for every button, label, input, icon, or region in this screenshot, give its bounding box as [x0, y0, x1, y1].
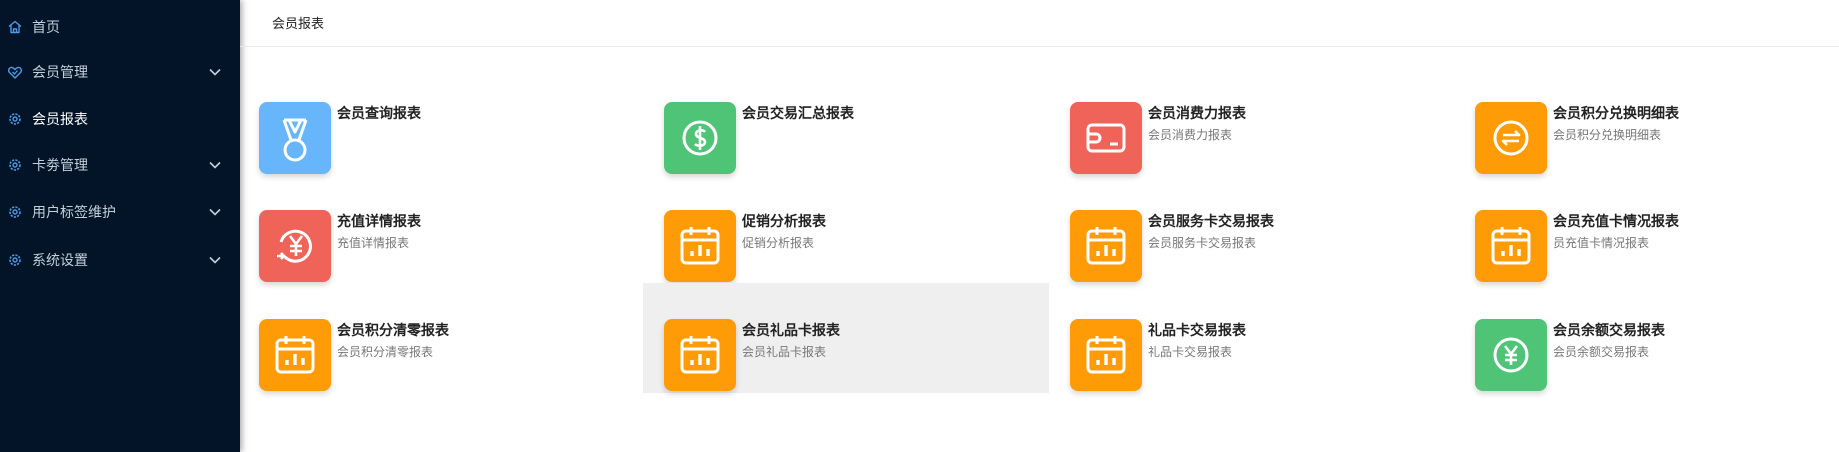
report-icon-tile[interactable] [1475, 319, 1547, 391]
chevron-down-icon[interactable] [208, 65, 222, 79]
report-card[interactable]: 充值详情报表 充值详情报表 [238, 210, 644, 320]
sidebar-item-member-reports[interactable]: 会员报表 [0, 97, 240, 141]
calendar-chart-icon [1491, 227, 1531, 265]
sidebar-item-label: 用户标签维护 [32, 205, 116, 221]
sidebar-item-label: 会员管理 [32, 65, 88, 81]
sidebar-item-label: 会员报表 [32, 112, 88, 128]
chevron-down-icon[interactable] [208, 205, 222, 219]
report-subtitle: 会员余额交易报表 [1553, 345, 1650, 359]
report-title[interactable]: 会员积分兑换明细表 [1553, 103, 1679, 123]
sidebar-item-coupon-management[interactable]: 卡劵管理 [0, 143, 240, 187]
report-title[interactable]: 会员积分清零报表 [337, 320, 449, 340]
medal-icon [282, 118, 308, 162]
report-subtitle: 会员礼品卡报表 [742, 345, 827, 359]
sidebar-item-system-settings[interactable]: 系统设置 [0, 238, 240, 282]
report-icon-tile[interactable] [259, 319, 331, 391]
sidebar: 首页 会员管理 会员报表 卡劵管理 用户标签维护 系统设置 [0, 0, 240, 452]
report-icon-tile[interactable] [259, 102, 331, 174]
top-tab-bar: 会员报表 [240, 0, 1839, 47]
calendar-chart-icon [1086, 227, 1126, 265]
sidebar-item-home[interactable]: 首页 [0, 5, 240, 49]
report-title[interactable]: 会员充值卡情况报表 [1553, 211, 1679, 231]
report-subtitle: 会员服务卡交易报表 [1148, 236, 1257, 250]
report-icon-tile[interactable] [664, 210, 736, 282]
report-subtitle: 礼品卡交易报表 [1148, 345, 1233, 359]
report-card[interactable]: 会员充值卡情况报表员充值卡情况报表 [1454, 210, 1839, 320]
report-title[interactable]: 会员查询报表 [337, 103, 421, 123]
report-title[interactable]: 促销分析报表 [742, 211, 826, 231]
calendar-chart-icon [1086, 336, 1126, 374]
gear-icon [9, 206, 21, 218]
exchange-icon [1493, 120, 1529, 156]
report-title[interactable]: 会员交易汇总报表 [742, 103, 854, 123]
report-title[interactable]: 会员余额交易报表 [1553, 320, 1665, 340]
gear-icon [9, 254, 21, 266]
yuan-refresh-icon [277, 229, 312, 263]
report-icon-tile[interactable] [1070, 319, 1142, 391]
sidebar-item-label: 首页 [32, 20, 60, 36]
chevron-down-icon[interactable] [208, 253, 222, 267]
report-icon-tile[interactable] [1475, 210, 1547, 282]
home-icon [8, 20, 22, 34]
gear-icon [9, 113, 21, 125]
heart-shield-icon [7, 66, 23, 79]
report-card[interactable]: 会员余额交易报表 会员余额交易报表 [1454, 319, 1839, 429]
report-subtitle: 会员积分清零报表 [337, 345, 434, 359]
sidebar-item-label: 卡劵管理 [32, 158, 88, 174]
report-card[interactable]: 会员积分清零报表 会员积分清零报表 [238, 319, 644, 429]
report-icon-tile[interactable] [259, 210, 331, 282]
report-icon-tile[interactable] [664, 102, 736, 174]
report-card[interactable]: 会员消费力报表 会员消费力报表 [1049, 102, 1455, 212]
calendar-chart-icon [275, 336, 315, 374]
report-title[interactable]: 礼品卡交易报表 [1148, 320, 1246, 340]
report-card[interactable]: 会员礼品卡报表 会员礼品卡报表 [643, 283, 1049, 393]
chevron-down-icon[interactable] [208, 158, 222, 172]
sidebar-item-member-management[interactable]: 会员管理 [0, 50, 240, 94]
report-subtitle: 充值详情报表 [337, 236, 410, 250]
report-subtitle: 会员积分兑换明细表 [1553, 128, 1662, 142]
dollar-icon [682, 120, 718, 156]
report-title[interactable]: 会员服务卡交易报表 [1148, 211, 1274, 231]
report-icon-tile[interactable] [664, 319, 736, 391]
gear-icon [9, 159, 21, 171]
report-icon-tile[interactable] [1475, 102, 1547, 174]
sidebar-item-user-tags[interactable]: 用户标签维护 [0, 190, 240, 234]
report-card[interactable]: 礼品卡交易报表 礼品卡交易报表 [1049, 319, 1455, 429]
sidebar-item-label: 系统设置 [32, 253, 88, 269]
report-card[interactable]: 会员服务卡交易报表 会员服务卡交易报表 [1049, 210, 1455, 320]
report-card[interactable]: 会员查询报表 [238, 102, 644, 212]
report-card[interactable]: 会员积分兑换明细表 会员积分兑换明细表 [1454, 102, 1839, 212]
calendar-chart-icon [680, 227, 720, 265]
report-card[interactable]: 会员交易汇总报表 [643, 102, 1049, 212]
report-title[interactable]: 充值详情报表 [337, 211, 421, 231]
report-title[interactable]: 会员礼品卡报表 [742, 320, 840, 340]
wallet-icon [1086, 123, 1126, 153]
report-subtitle: 员充值卡情况报表 [1553, 236, 1650, 250]
report-subtitle: 会员消费力报表 [1148, 128, 1233, 142]
report-icon-tile[interactable] [1070, 210, 1142, 282]
calendar-chart-icon [680, 336, 720, 374]
yuan-circle-icon [1493, 337, 1529, 373]
report-subtitle: 促销分析报表 [742, 236, 815, 250]
tab-member-reports[interactable]: 会员报表 [272, 13, 324, 32]
report-icon-tile[interactable] [1070, 102, 1142, 174]
report-title[interactable]: 会员消费力报表 [1148, 103, 1246, 123]
